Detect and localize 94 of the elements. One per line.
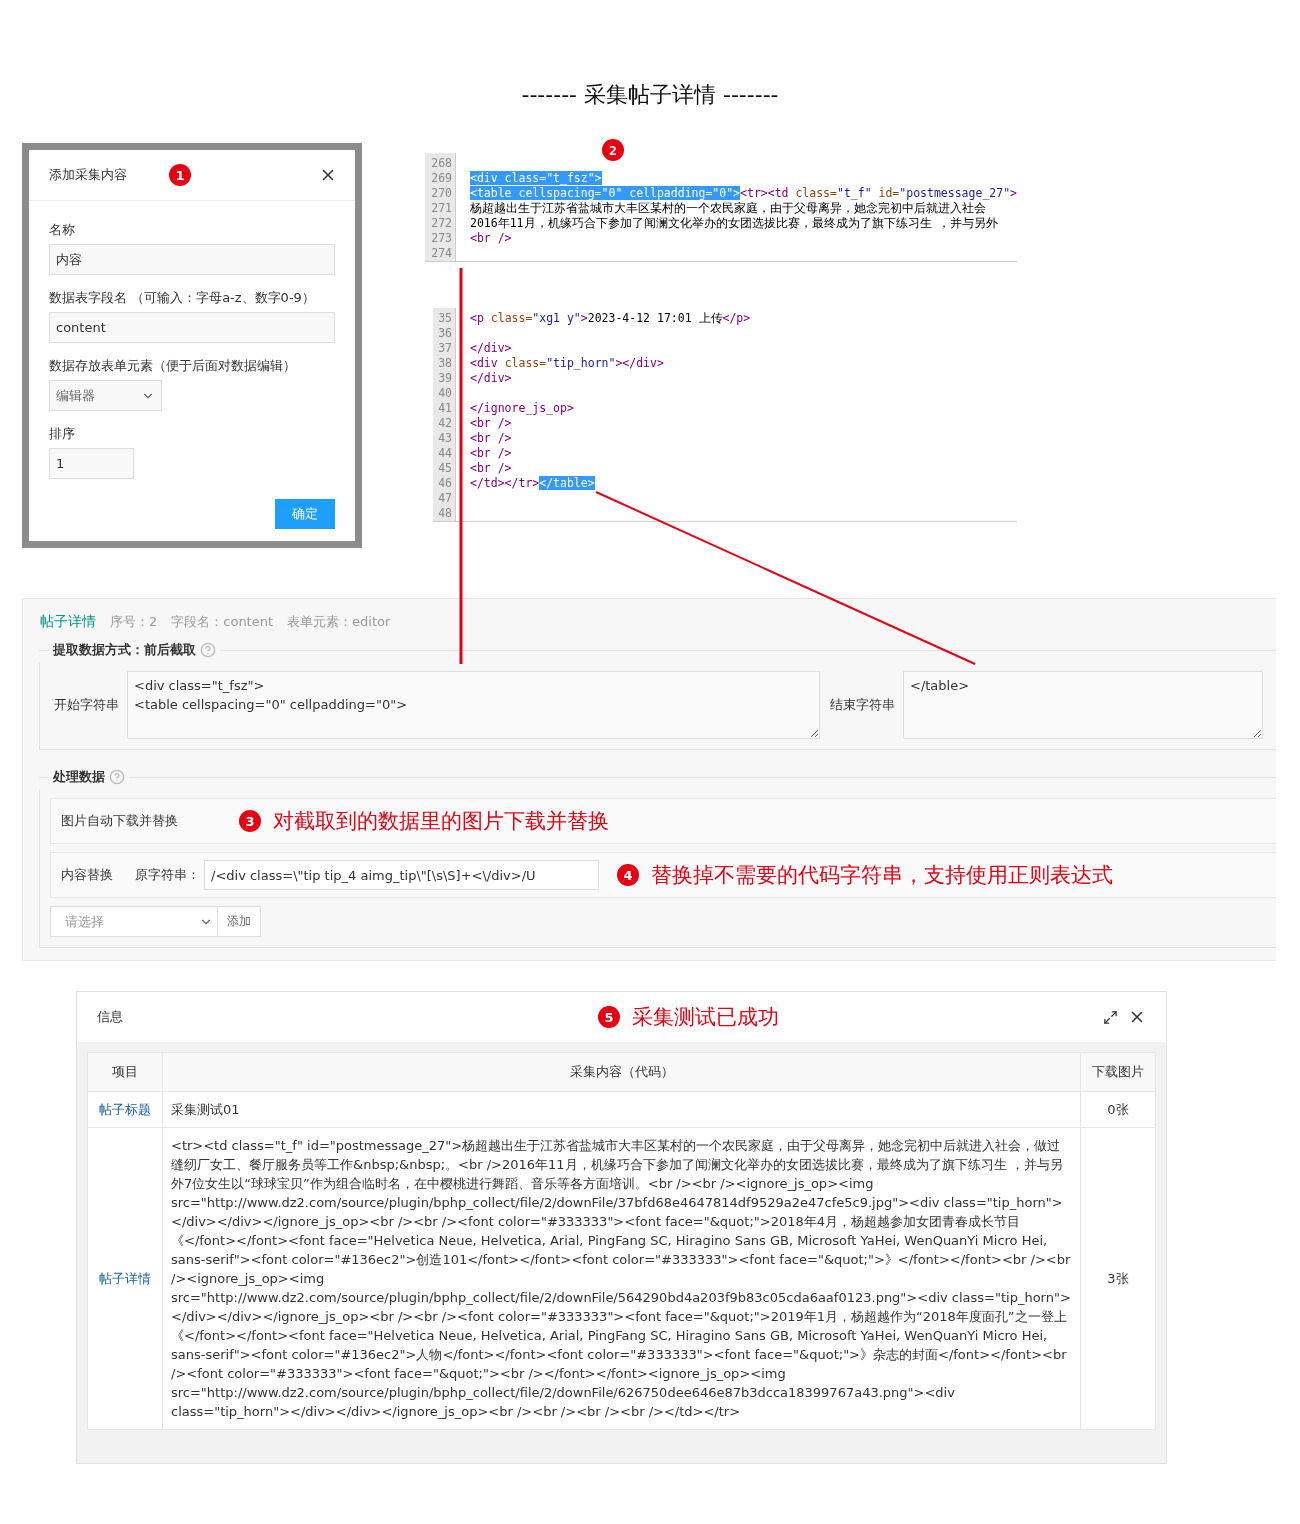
meta-text: 字段名：content: [171, 613, 274, 631]
code-text: "t_f": [836, 186, 872, 200]
line-number: 37: [437, 341, 453, 356]
code-text: <tr><td: [740, 186, 790, 200]
input-field[interactable]: content: [49, 312, 335, 343]
option-label: 图片自动下载并替换: [61, 812, 179, 830]
panel-title: 帖子详情: [40, 613, 96, 631]
field-label: 名称: [49, 221, 76, 239]
table-cell: 3张: [1080, 1127, 1156, 1430]
code-text: <br />: [470, 416, 512, 430]
add-button[interactable]: 添加: [218, 906, 261, 937]
line-number: 36: [437, 326, 453, 341]
line-number: 273: [430, 231, 453, 246]
table-cell: 帖子标题: [87, 1091, 163, 1128]
code-text: <br />: [470, 431, 512, 445]
table-cell: 帖子详情: [87, 1127, 163, 1430]
meta-text: 序号：2: [110, 613, 158, 631]
source-string-field[interactable]: /<div class=\"tip tip_4 aimg_tip\"[\s\S]+<\/div>/U: [204, 860, 599, 890]
line-number: 268: [430, 156, 453, 171]
code-text: <br />: [470, 231, 512, 245]
code-text: 2023-4-12 17:01 上传: [587, 311, 723, 325]
line-number: 46: [437, 476, 453, 491]
line-number: 274: [430, 246, 453, 261]
field-label: 开始字符串: [54, 696, 119, 714]
annotation-text: 替换掉不需要的代码字符串，支持使用正则表达式: [651, 862, 1113, 889]
element-select[interactable]: 编辑器: [49, 380, 162, 411]
column-header: 采集内容（代码）: [162, 1052, 1081, 1092]
step-badge: 2: [602, 139, 624, 161]
section-title: 提取数据方式：前后截取: [53, 641, 196, 659]
line-number: 269: [430, 171, 453, 186]
line-number: 48: [437, 506, 453, 521]
end-string-field[interactable]: </table>: [903, 671, 1263, 739]
line-number: 39: [437, 371, 453, 386]
table-cell: <tr><td class="t_f" id="postmessage_27">杨超越出生于江苏省盐城市大丰区某村的一个农民家庭，由于父母离异，她念完初中后就进入社会，做过缝纫厂女工、餐厅服务员等工作&nbsp;&nbsp;。<br />2016年11月，机缘巧合下参加了闻澜文化举办的女团选拔比赛，最终成为了旗下练习生 ，并与另外7位女生以“球球宝贝”作为组合临时名，在中樱桃进行舞蹈、音乐等各方面培训。<br /><br /><ignore_js_op><img src="http://www.dz2.com/source/plugin/bphp_collect/file/2/downFile/37bfd68e4647814df9529a2e47cfe5c9.jpg"><div class="tip_horn"></div></div></ignore_js_op><br /><br /><font color="#333333"><font face="&quot;">2018年4月，杨超越参加女团青春成长节目《</font></font><font face="Helvetica Neue, Helvetica, Arial, PingFang SC, Hiragino Sans GB, Microsoft YaHei, WenQuanYi Micro Hei, sans-serif"><font color="#136ec2">创造101</font></font><font color="#333333"><font face="&quot;">》</font></font><br /><br /><ignore_js_op><img src="http://www.dz2.com/source/plugin/bphp_collect/file/2/downFile/564290bd4a203f9b83c05cda6aaf0123.png"><div class="tip_horn"></div></div></ignore_js_op><br /><br /><font color="#333333"><font face="&quot;">2019年1月，杨超越作为“2018年度面孔”之一登上《</font></font><font face="Helvetica Neue, Helvetica, Arial, PingFang SC, Hiragino Sans GB, Microsoft YaHei, WenQuanYi Micro Hei, sans-serif"><font color="#136ec2">人物</font></font><font color="#333333"><font face="&quot;">》杂志的封面</font></font><br /><font color="#333333"><font face="&quot;"><br /></font></font><ignore_js_op><img src="http://www.dz2.com/source/plugin/bphp_collect/file/2/downFile/626750dee646e87b3dcca18399767a43.png"><div class="tip_horn"></div></div></ignore_js_op><br /><br /><br /><br /></td></tr>: [162, 1127, 1081, 1430]
maximize-icon[interactable]: [1103, 1009, 1118, 1025]
code-text: "postmessage_27": [899, 186, 1011, 200]
page-title: ------- 采集帖子详情 -------: [521, 81, 779, 109]
dialog-title: 添加采集内容: [49, 166, 127, 184]
code-text: >: [580, 311, 588, 325]
field-label: 排序: [49, 425, 76, 443]
input-field[interactable]: 1: [49, 448, 134, 479]
code-text: </div>: [470, 341, 512, 355]
code-text: </ignore_js_op>: [470, 401, 574, 415]
line-number: 42: [437, 416, 453, 431]
line-number: 45: [437, 461, 453, 476]
code-text: ></div>: [615, 356, 664, 370]
line-number: 41: [437, 401, 453, 416]
line-number: 40: [437, 386, 453, 401]
line-number: 271: [430, 201, 453, 216]
code-text: </td></tr>: [470, 476, 540, 490]
annotation-text: 对截取到的数据里的图片下载并替换: [273, 808, 609, 835]
line-number: 38: [437, 356, 453, 371]
code-text: id=: [877, 186, 900, 200]
code-text: class=: [504, 356, 547, 370]
annotation-text: 采集测试已成功: [632, 1004, 779, 1031]
column-header: 下载图片: [1080, 1052, 1156, 1092]
table-cell: 采集测试01: [162, 1091, 1081, 1128]
field-label: 原字符串：: [135, 866, 200, 884]
table-cell: 0张: [1080, 1091, 1156, 1128]
field-label: 数据存放表单元素（便于后面对数据编辑）: [49, 357, 297, 375]
selected-code: <div class="t_fsz">: [470, 171, 602, 185]
section-title: 处理数据: [53, 768, 105, 786]
code-text: 杨超越出生于江苏省盐城市大丰区某村的一个农民家庭，由于父母离异，她念完初中后就进入社会: [470, 201, 986, 215]
line-number: 47: [437, 491, 453, 506]
line-number: 44: [437, 446, 453, 461]
line-number: 35: [437, 311, 453, 326]
code-text: 2016年11月，机缘巧合下参加了闻澜文化举办的女团选拔比赛，最终成为了旗下练习生 ，并与另外: [470, 216, 999, 230]
column-header: 项目: [87, 1052, 163, 1092]
dialog-title: 信息: [97, 1008, 123, 1026]
line-number: 43: [437, 431, 453, 446]
step-badge: 1: [169, 164, 191, 186]
code-text: </p>: [722, 311, 751, 325]
input-field[interactable]: 内容: [49, 244, 335, 275]
code-text: class=: [795, 186, 837, 200]
code-text: "tip_horn": [546, 356, 616, 370]
field-label: 数据表字段名 （可输入：字母a-z、数字0-9）: [49, 289, 316, 307]
code-text: <br />: [470, 446, 512, 460]
step-badge: 3: [239, 810, 261, 832]
code-text: class=: [490, 311, 533, 325]
code-text: <p: [470, 311, 485, 325]
line-number: 272: [430, 216, 453, 231]
field-label: 结束字符串: [830, 696, 895, 714]
code-text: <br />: [470, 461, 512, 475]
code-text: "xg1 y": [532, 311, 581, 325]
code-text: <div: [470, 356, 499, 370]
step-badge: 5: [598, 1006, 620, 1028]
option-label: 内容替换: [61, 866, 113, 884]
code-text: </div>: [470, 371, 512, 385]
line-number: 270: [430, 186, 453, 201]
code-text: >: [1010, 186, 1017, 200]
selected-code: </table>: [539, 476, 595, 490]
meta-text: 表单元素：editor: [287, 613, 391, 631]
start-string-field[interactable]: <div class="t_fsz"> <table cellspacing="0" cellpadding="0">: [127, 671, 820, 739]
step-badge: 4: [617, 864, 639, 886]
